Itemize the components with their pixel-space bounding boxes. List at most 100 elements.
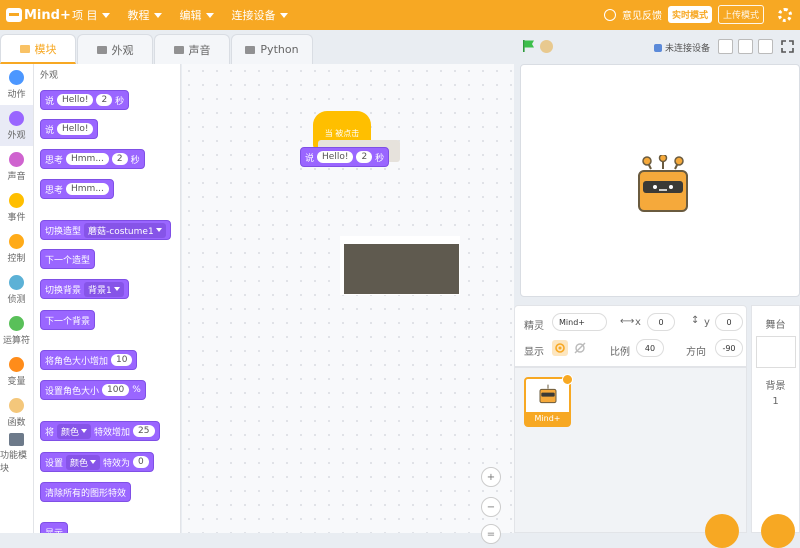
effect-dropdown[interactable]: 颜色 — [57, 423, 92, 439]
stage-thumbnail[interactable] — [756, 336, 796, 368]
caret-down-icon — [153, 12, 162, 18]
tab-python[interactable]: Python — [231, 34, 313, 64]
direction-input[interactable]: -90 — [715, 339, 743, 357]
change-size-block[interactable]: 将角色大小增加 10 — [40, 350, 138, 370]
block-input[interactable]: Hello! — [57, 123, 94, 135]
switch-backdrop-block[interactable]: 切换背景 背景1 — [40, 279, 129, 299]
stage-panel[interactable]: 舞台 背景 1 — [751, 305, 800, 548]
sprite-name-input[interactable]: Mind+ — [552, 313, 607, 331]
zoom-in-button[interactable]: + — [481, 467, 501, 487]
backdrop-dropdown[interactable]: 背景1 — [84, 281, 124, 297]
feedback-link[interactable]: 意见反馈 — [622, 7, 662, 22]
y-label: y — [704, 317, 710, 328]
connection-status[interactable]: 未连接设备 — [654, 41, 710, 54]
block-input[interactable]: 2 — [356, 151, 373, 163]
large-stage-icon[interactable] — [758, 39, 773, 54]
menu-tutorial[interactable]: 教程 — [128, 7, 162, 23]
block-input[interactable]: Hmm... — [66, 153, 109, 165]
category-sound[interactable]: 声音 — [0, 146, 33, 187]
realtime-mode-button[interactable]: 实时模式 — [667, 6, 712, 23]
category-motion[interactable]: 动作 — [0, 64, 33, 105]
block-text: 将 — [45, 427, 55, 438]
delete-sprite-icon[interactable] — [562, 374, 573, 385]
gear-icon[interactable] — [778, 7, 792, 22]
think-block[interactable]: 思考 Hmm... — [40, 179, 114, 199]
next-backdrop-block[interactable]: 下一个背景 — [40, 310, 96, 330]
show-hidden-icon[interactable] — [572, 340, 588, 356]
category-control[interactable]: 控制 — [0, 228, 33, 269]
direction-label: 方向 — [686, 347, 706, 358]
menu-project[interactable]: 项 目 — [72, 7, 110, 23]
next-costume-block[interactable]: 下一个造型 — [40, 249, 96, 269]
x-input[interactable]: 0 — [647, 313, 675, 331]
menu-edit[interactable]: 编辑 — [180, 7, 214, 23]
top-menu-bar: Mind+ 项 目 教程 编辑 连接设备 意见反馈 实时模式 上传模式 — [0, 0, 800, 30]
block-input[interactable]: Hello! — [57, 94, 94, 106]
tab-sounds[interactable]: 声音 — [154, 34, 230, 64]
block-input[interactable]: 2 — [111, 153, 128, 165]
python-icon — [245, 45, 256, 54]
block-input[interactable]: 10 — [111, 354, 133, 366]
category-sensing[interactable]: 侦测 — [0, 269, 33, 310]
stop-icon[interactable] — [540, 40, 553, 53]
sound-dot-icon — [9, 151, 24, 167]
block-text: 设置 — [45, 458, 64, 469]
show-block[interactable]: 显示 — [40, 522, 69, 533]
effect-dropdown[interactable]: 颜色 — [66, 454, 101, 470]
category-variables[interactable]: 变量 — [0, 351, 33, 392]
block-input[interactable]: 0 — [133, 456, 149, 468]
add-backdrop-button[interactable] — [761, 514, 795, 548]
category-label: 动作 — [7, 89, 26, 100]
say-for-secs-block[interactable]: 说 Hello! 2 秒 — [40, 90, 130, 110]
block-text: 下一个造型 — [45, 255, 91, 266]
sprite-card[interactable]: Mind+ — [524, 374, 573, 427]
add-sprite-button[interactable] — [705, 514, 739, 548]
block-input[interactable]: 100 — [102, 384, 130, 396]
normal-stage-icon[interactable] — [738, 39, 753, 54]
block-input[interactable]: 2 — [96, 94, 113, 106]
say-block[interactable]: 说 Hello! — [40, 119, 99, 139]
category-modules[interactable]: 功能模块 — [0, 433, 33, 474]
menu-connect-device[interactable]: 连接设备 — [232, 7, 288, 23]
caret-down-icon — [101, 12, 110, 18]
script-workspace[interactable]: 当 被点击 说 Hello! 2 秒 + − = — [182, 64, 514, 544]
block-text: 说 — [305, 153, 315, 164]
set-size-block[interactable]: 设置角色大小 100% — [40, 380, 146, 400]
category-events[interactable]: 事件 — [0, 187, 33, 228]
think-for-secs-block[interactable]: 思考 Hmm... 2 秒 — [40, 149, 145, 169]
y-input[interactable]: 0 — [715, 313, 743, 331]
clear-effects-block[interactable]: 清除所有的图形特效 — [40, 482, 132, 502]
block-input[interactable]: Hello! — [317, 151, 354, 163]
set-effect-block[interactable]: 设置 颜色 特效为 0 — [40, 452, 154, 472]
zoom-reset-button[interactable]: = — [481, 524, 501, 544]
size-input[interactable]: 40 — [636, 339, 664, 357]
category-looks[interactable]: 外观 — [0, 105, 33, 146]
category-operators[interactable]: 运算符 — [0, 310, 33, 351]
category-label: 运算符 — [2, 335, 30, 346]
block-input[interactable]: Hmm... — [66, 183, 109, 195]
tab-blocks[interactable]: 模块 — [0, 34, 76, 64]
green-flag-icon[interactable] — [522, 39, 536, 53]
stage-canvas[interactable] — [520, 64, 800, 297]
fullscreen-icon[interactable] — [780, 39, 795, 54]
events-dot-icon — [9, 192, 24, 208]
small-stage-icon[interactable] — [718, 39, 733, 54]
block-text: 思考 — [45, 155, 64, 166]
block-input[interactable]: 25 — [133, 425, 155, 437]
block-text: 清除所有的图形特效 — [45, 488, 127, 499]
switch-costume-block[interactable]: 切换造型 蘑菇-costume1 — [40, 220, 171, 240]
block-text: 当 被点击 — [324, 128, 360, 138]
upload-mode-button[interactable]: 上传模式 — [717, 5, 764, 24]
x-label: x — [635, 317, 641, 328]
costume-dropdown[interactable]: 蘑菇-costume1 — [84, 222, 166, 238]
robot-logo-icon — [6, 8, 22, 22]
zoom-out-button[interactable]: − — [481, 497, 501, 517]
app-logo: Mind+ — [6, 8, 72, 23]
sprite-list: Mind+ — [514, 367, 747, 548]
show-visible-icon[interactable] — [552, 340, 568, 356]
mind-plus-robot-sprite[interactable] — [635, 155, 691, 215]
change-effect-block[interactable]: 将颜色 特效增加 25 — [40, 421, 160, 441]
category-functions[interactable]: 函数 — [0, 392, 33, 433]
tab-looks[interactable]: 外观 — [77, 34, 153, 64]
workspace-say-block[interactable]: 说 Hello! 2 秒 — [300, 147, 390, 167]
